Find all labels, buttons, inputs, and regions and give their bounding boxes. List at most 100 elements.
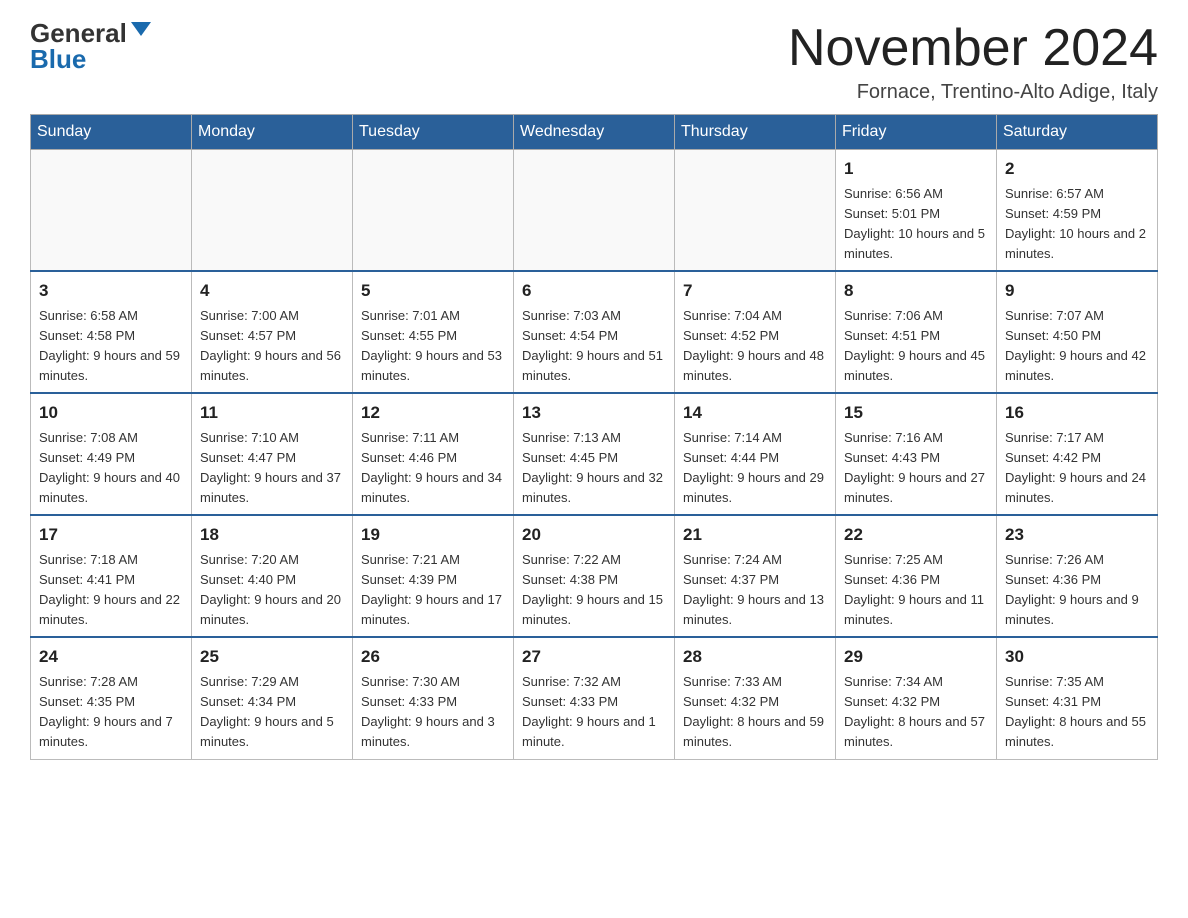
day-info: Sunrise: 7:21 AM Sunset: 4:39 PM Dayligh… bbox=[361, 550, 505, 631]
week-row-1: 1Sunrise: 6:56 AM Sunset: 5:01 PM Daylig… bbox=[31, 150, 1158, 272]
day-number: 4 bbox=[200, 278, 344, 304]
calendar-table: SundayMondayTuesdayWednesdayThursdayFrid… bbox=[30, 114, 1158, 759]
day-info: Sunrise: 7:17 AM Sunset: 4:42 PM Dayligh… bbox=[1005, 428, 1149, 509]
day-number: 25 bbox=[200, 644, 344, 670]
day-number: 1 bbox=[844, 156, 988, 182]
day-number: 2 bbox=[1005, 156, 1149, 182]
logo-triangle-icon bbox=[131, 22, 151, 36]
calendar-cell: 8Sunrise: 7:06 AM Sunset: 4:51 PM Daylig… bbox=[836, 271, 997, 393]
calendar-cell: 24Sunrise: 7:28 AM Sunset: 4:35 PM Dayli… bbox=[31, 637, 192, 759]
day-number: 20 bbox=[522, 522, 666, 548]
location-text: Fornace, Trentino-Alto Adige, Italy bbox=[788, 81, 1158, 104]
calendar-cell: 28Sunrise: 7:33 AM Sunset: 4:32 PM Dayli… bbox=[675, 637, 836, 759]
day-number: 11 bbox=[200, 400, 344, 426]
calendar-cell: 19Sunrise: 7:21 AM Sunset: 4:39 PM Dayli… bbox=[353, 515, 514, 637]
day-info: Sunrise: 7:29 AM Sunset: 4:34 PM Dayligh… bbox=[200, 672, 344, 753]
day-number: 28 bbox=[683, 644, 827, 670]
calendar-cell bbox=[192, 150, 353, 272]
day-number: 27 bbox=[522, 644, 666, 670]
calendar-header-wednesday: Wednesday bbox=[514, 115, 675, 150]
calendar-cell: 13Sunrise: 7:13 AM Sunset: 4:45 PM Dayli… bbox=[514, 393, 675, 515]
calendar-cell bbox=[31, 150, 192, 272]
calendar-cell: 4Sunrise: 7:00 AM Sunset: 4:57 PM Daylig… bbox=[192, 271, 353, 393]
week-row-5: 24Sunrise: 7:28 AM Sunset: 4:35 PM Dayli… bbox=[31, 637, 1158, 759]
calendar-header-tuesday: Tuesday bbox=[353, 115, 514, 150]
day-number: 19 bbox=[361, 522, 505, 548]
calendar-header-thursday: Thursday bbox=[675, 115, 836, 150]
day-number: 26 bbox=[361, 644, 505, 670]
logo-blue-text: Blue bbox=[30, 46, 86, 72]
week-row-2: 3Sunrise: 6:58 AM Sunset: 4:58 PM Daylig… bbox=[31, 271, 1158, 393]
day-info: Sunrise: 7:16 AM Sunset: 4:43 PM Dayligh… bbox=[844, 428, 988, 509]
day-info: Sunrise: 7:13 AM Sunset: 4:45 PM Dayligh… bbox=[522, 428, 666, 509]
calendar-header-monday: Monday bbox=[192, 115, 353, 150]
day-number: 24 bbox=[39, 644, 183, 670]
calendar-cell: 29Sunrise: 7:34 AM Sunset: 4:32 PM Dayli… bbox=[836, 637, 997, 759]
day-number: 6 bbox=[522, 278, 666, 304]
day-info: Sunrise: 7:18 AM Sunset: 4:41 PM Dayligh… bbox=[39, 550, 183, 631]
day-number: 16 bbox=[1005, 400, 1149, 426]
calendar-cell: 27Sunrise: 7:32 AM Sunset: 4:33 PM Dayli… bbox=[514, 637, 675, 759]
day-info: Sunrise: 7:25 AM Sunset: 4:36 PM Dayligh… bbox=[844, 550, 988, 631]
calendar-cell: 18Sunrise: 7:20 AM Sunset: 4:40 PM Dayli… bbox=[192, 515, 353, 637]
calendar-cell: 15Sunrise: 7:16 AM Sunset: 4:43 PM Dayli… bbox=[836, 393, 997, 515]
day-info: Sunrise: 7:33 AM Sunset: 4:32 PM Dayligh… bbox=[683, 672, 827, 753]
day-info: Sunrise: 6:57 AM Sunset: 4:59 PM Dayligh… bbox=[1005, 184, 1149, 265]
day-info: Sunrise: 7:24 AM Sunset: 4:37 PM Dayligh… bbox=[683, 550, 827, 631]
day-info: Sunrise: 7:03 AM Sunset: 4:54 PM Dayligh… bbox=[522, 306, 666, 387]
day-info: Sunrise: 7:28 AM Sunset: 4:35 PM Dayligh… bbox=[39, 672, 183, 753]
day-number: 17 bbox=[39, 522, 183, 548]
calendar-cell: 2Sunrise: 6:57 AM Sunset: 4:59 PM Daylig… bbox=[997, 150, 1158, 272]
day-info: Sunrise: 7:04 AM Sunset: 4:52 PM Dayligh… bbox=[683, 306, 827, 387]
calendar-cell: 10Sunrise: 7:08 AM Sunset: 4:49 PM Dayli… bbox=[31, 393, 192, 515]
day-number: 9 bbox=[1005, 278, 1149, 304]
day-info: Sunrise: 7:30 AM Sunset: 4:33 PM Dayligh… bbox=[361, 672, 505, 753]
day-number: 12 bbox=[361, 400, 505, 426]
day-number: 13 bbox=[522, 400, 666, 426]
calendar-cell: 11Sunrise: 7:10 AM Sunset: 4:47 PM Dayli… bbox=[192, 393, 353, 515]
day-number: 29 bbox=[844, 644, 988, 670]
week-row-4: 17Sunrise: 7:18 AM Sunset: 4:41 PM Dayli… bbox=[31, 515, 1158, 637]
day-info: Sunrise: 7:32 AM Sunset: 4:33 PM Dayligh… bbox=[522, 672, 666, 753]
calendar-cell: 20Sunrise: 7:22 AM Sunset: 4:38 PM Dayli… bbox=[514, 515, 675, 637]
calendar-cell: 17Sunrise: 7:18 AM Sunset: 4:41 PM Dayli… bbox=[31, 515, 192, 637]
week-row-3: 10Sunrise: 7:08 AM Sunset: 4:49 PM Dayli… bbox=[31, 393, 1158, 515]
calendar-cell bbox=[514, 150, 675, 272]
calendar-header-saturday: Saturday bbox=[997, 115, 1158, 150]
month-title: November 2024 bbox=[788, 20, 1158, 77]
calendar-cell: 21Sunrise: 7:24 AM Sunset: 4:37 PM Dayli… bbox=[675, 515, 836, 637]
day-info: Sunrise: 6:58 AM Sunset: 4:58 PM Dayligh… bbox=[39, 306, 183, 387]
calendar-cell: 1Sunrise: 6:56 AM Sunset: 5:01 PM Daylig… bbox=[836, 150, 997, 272]
day-number: 23 bbox=[1005, 522, 1149, 548]
day-number: 22 bbox=[844, 522, 988, 548]
day-number: 18 bbox=[200, 522, 344, 548]
day-info: Sunrise: 7:10 AM Sunset: 4:47 PM Dayligh… bbox=[200, 428, 344, 509]
calendar-cell: 6Sunrise: 7:03 AM Sunset: 4:54 PM Daylig… bbox=[514, 271, 675, 393]
day-info: Sunrise: 7:06 AM Sunset: 4:51 PM Dayligh… bbox=[844, 306, 988, 387]
calendar-cell: 30Sunrise: 7:35 AM Sunset: 4:31 PM Dayli… bbox=[997, 637, 1158, 759]
day-info: Sunrise: 7:01 AM Sunset: 4:55 PM Dayligh… bbox=[361, 306, 505, 387]
day-info: Sunrise: 7:11 AM Sunset: 4:46 PM Dayligh… bbox=[361, 428, 505, 509]
title-section: November 2024 Fornace, Trentino-Alto Adi… bbox=[788, 20, 1158, 104]
day-number: 3 bbox=[39, 278, 183, 304]
logo-general-text: General bbox=[30, 20, 127, 46]
calendar-cell: 26Sunrise: 7:30 AM Sunset: 4:33 PM Dayli… bbox=[353, 637, 514, 759]
day-info: Sunrise: 6:56 AM Sunset: 5:01 PM Dayligh… bbox=[844, 184, 988, 265]
calendar-cell: 23Sunrise: 7:26 AM Sunset: 4:36 PM Dayli… bbox=[997, 515, 1158, 637]
calendar-cell: 9Sunrise: 7:07 AM Sunset: 4:50 PM Daylig… bbox=[997, 271, 1158, 393]
day-info: Sunrise: 7:00 AM Sunset: 4:57 PM Dayligh… bbox=[200, 306, 344, 387]
calendar-cell: 14Sunrise: 7:14 AM Sunset: 4:44 PM Dayli… bbox=[675, 393, 836, 515]
calendar-cell bbox=[675, 150, 836, 272]
day-number: 10 bbox=[39, 400, 183, 426]
day-info: Sunrise: 7:08 AM Sunset: 4:49 PM Dayligh… bbox=[39, 428, 183, 509]
day-info: Sunrise: 7:20 AM Sunset: 4:40 PM Dayligh… bbox=[200, 550, 344, 631]
calendar-cell: 12Sunrise: 7:11 AM Sunset: 4:46 PM Dayli… bbox=[353, 393, 514, 515]
day-info: Sunrise: 7:07 AM Sunset: 4:50 PM Dayligh… bbox=[1005, 306, 1149, 387]
calendar-header-friday: Friday bbox=[836, 115, 997, 150]
day-number: 15 bbox=[844, 400, 988, 426]
day-number: 21 bbox=[683, 522, 827, 548]
calendar-cell bbox=[353, 150, 514, 272]
calendar-header-sunday: Sunday bbox=[31, 115, 192, 150]
day-info: Sunrise: 7:22 AM Sunset: 4:38 PM Dayligh… bbox=[522, 550, 666, 631]
calendar-header-row: SundayMondayTuesdayWednesdayThursdayFrid… bbox=[31, 115, 1158, 150]
